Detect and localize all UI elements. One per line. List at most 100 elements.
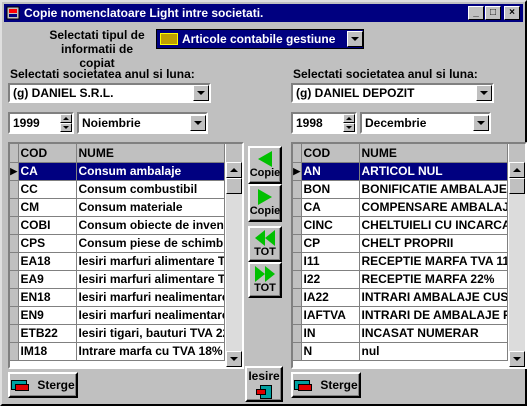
table-row[interactable]: CP CHELT PROPRII xyxy=(293,234,508,253)
source-grid[interactable]: COD NUME ▶ CA Consum ambalaje CC Consum comb… xyxy=(8,142,244,369)
cell-nume[interactable]: INCASAT NUMERAR xyxy=(359,324,508,343)
cell-cod[interactable]: IN xyxy=(301,324,360,343)
spin-down-icon[interactable] xyxy=(60,123,72,132)
chevron-down-icon[interactable] xyxy=(473,115,489,131)
target-delete-button[interactable]: Sterge xyxy=(291,372,361,398)
cell-nume[interactable]: Iesiri marfuri nealimentare xyxy=(76,288,225,307)
cell-cod[interactable]: EN18 xyxy=(18,288,77,307)
close-button[interactable]: × xyxy=(504,6,520,20)
cell-nume[interactable]: CHELT PROPRII xyxy=(359,234,508,253)
cell-cod[interactable]: ETB22 xyxy=(18,324,77,343)
source-scrollbar[interactable] xyxy=(226,144,242,367)
cell-cod[interactable]: CINC xyxy=(301,216,360,235)
table-row[interactable]: I22 RECEPTIE MARFA 22% xyxy=(293,270,508,289)
table-row[interactable]: ▶ AN ARTICOL NUL xyxy=(293,162,508,181)
target-company-select[interactable]: (g) DANIEL DEPOZIT xyxy=(291,83,494,103)
cell-cod[interactable]: IM18 xyxy=(18,342,77,361)
cell-nume[interactable]: CHELTUIELI CU INCARCAREA xyxy=(359,216,508,235)
doc-type-select[interactable]: Articole contabile gestiune xyxy=(156,29,364,49)
scroll-thumb[interactable] xyxy=(226,178,242,194)
table-row[interactable]: IA22INTRARI AMBALAJE CUSTODIE xyxy=(293,288,508,307)
target-month-select[interactable]: Decembrie xyxy=(360,112,491,134)
spin-up-icon[interactable] xyxy=(60,114,72,123)
cell-nume[interactable]: INTRARI AMBALAJE CUSTODIE xyxy=(359,288,508,307)
cell-cod[interactable]: CP xyxy=(301,234,360,253)
cell-cod[interactable]: CM xyxy=(18,198,77,217)
cell-nume[interactable]: RECEPTIE MARFA 22% xyxy=(359,270,508,289)
target-grid[interactable]: COD NUME ▶ AN ARTICOL NUL BON BONIFICATIE AM… xyxy=(291,142,527,369)
table-row[interactable]: CINCCHELTUIELI CU INCARCAREA xyxy=(293,216,508,235)
cell-nume[interactable]: RECEPTIE MARFA TVA 11% xyxy=(359,252,508,271)
table-row[interactable]: CA COMPENSARE AMBALAJE xyxy=(293,198,508,217)
cell-cod[interactable]: CC xyxy=(18,180,77,199)
chevron-down-icon[interactable] xyxy=(193,85,209,101)
column-header-cod[interactable]: COD xyxy=(301,144,360,163)
cell-nume[interactable]: Iesiri marfuri alimentare TVA xyxy=(76,252,225,271)
cell-nume[interactable]: ARTICOL NUL xyxy=(359,162,508,181)
cell-nume[interactable]: Intrare marfa cu TVA 18% xyxy=(76,342,225,361)
cell-nume[interactable]: BONIFICATIE AMBALAJE xyxy=(359,180,508,199)
source-month-select[interactable]: Noiembrie xyxy=(77,112,208,134)
spin-up-icon[interactable] xyxy=(343,114,355,123)
source-delete-button[interactable]: Sterge xyxy=(8,372,78,398)
table-row[interactable]: COBI Consum obiecte de inventar xyxy=(10,216,225,235)
exit-button[interactable]: Iesire xyxy=(245,366,283,402)
cell-cod[interactable]: CPS xyxy=(18,234,77,253)
table-row[interactable]: EA18Iesiri marfuri alimentare TVA xyxy=(10,252,225,271)
cell-cod[interactable]: I11 xyxy=(301,252,360,271)
scroll-down-icon[interactable] xyxy=(226,351,242,367)
cell-cod[interactable]: CA xyxy=(301,198,360,217)
cell-cod[interactable]: BON xyxy=(301,180,360,199)
copy-left-button[interactable]: Copie xyxy=(248,146,282,184)
cell-cod[interactable]: N xyxy=(301,342,360,361)
maximize-button[interactable]: □ xyxy=(485,6,501,20)
chevron-down-icon[interactable] xyxy=(190,115,206,131)
copy-right-button[interactable]: Copie xyxy=(248,184,282,222)
cell-cod[interactable]: I22 xyxy=(301,270,360,289)
cell-cod[interactable]: EN9 xyxy=(18,306,77,325)
cell-cod[interactable]: IAFTVA xyxy=(301,306,360,325)
column-header-nume[interactable]: NUME xyxy=(359,144,508,163)
cell-nume[interactable]: nul xyxy=(359,342,508,361)
table-row[interactable]: IM18 Intrare marfa cu TVA 18% xyxy=(10,342,225,361)
cell-nume[interactable]: Iesiri marfuri nealimentare xyxy=(76,306,225,325)
table-row[interactable]: CM Consum materiale xyxy=(10,198,225,217)
cell-nume[interactable]: INTRARI DE AMBALAJE FARA xyxy=(359,306,508,325)
cell-cod[interactable]: EA9 xyxy=(18,270,77,289)
table-row[interactable]: CC Consum combustibil xyxy=(10,180,225,199)
cell-nume[interactable]: Consum obiecte de inventar xyxy=(76,216,225,235)
cell-nume[interactable]: Consum materiale xyxy=(76,198,225,217)
table-row[interactable]: CPS Consum piese de schimb xyxy=(10,234,225,253)
cell-nume[interactable]: Iesiri marfuri alimentare TVA xyxy=(76,270,225,289)
copy-all-right-button[interactable]: TOT xyxy=(248,262,282,298)
copy-all-left-button[interactable]: TOT xyxy=(248,226,282,262)
spin-down-icon[interactable] xyxy=(343,123,355,132)
source-company-select[interactable]: (g) DANIEL S.R.L. xyxy=(8,83,211,103)
table-row[interactable]: Nnul xyxy=(293,342,508,361)
title-bar[interactable]: Copie nomenclatoare Light intre societat… xyxy=(4,4,523,22)
table-row[interactable]: BON BONIFICATIE AMBALAJE xyxy=(293,180,508,199)
column-header-nume[interactable]: NUME xyxy=(76,144,225,163)
cell-nume[interactable]: Iesiri tigari, bauturi TVA 22% xyxy=(76,324,225,343)
table-row[interactable]: EN9 Iesiri marfuri nealimentare xyxy=(10,306,225,325)
column-header-cod[interactable]: COD xyxy=(18,144,77,163)
cell-nume[interactable]: Consum combustibil xyxy=(76,180,225,199)
scroll-down-icon[interactable] xyxy=(509,351,525,367)
minimize-button[interactable]: _ xyxy=(468,6,484,20)
chevron-down-icon[interactable] xyxy=(347,31,363,47)
target-scrollbar[interactable] xyxy=(509,144,525,367)
cell-nume[interactable]: Consum piese de schimb xyxy=(76,234,225,253)
source-year-spinner[interactable]: 1999 xyxy=(8,112,74,134)
cell-cod[interactable]: CA xyxy=(18,162,77,181)
table-row[interactable]: ▶ CA Consum ambalaje xyxy=(10,162,225,181)
scroll-thumb[interactable] xyxy=(509,178,525,194)
cell-nume[interactable]: COMPENSARE AMBALAJE xyxy=(359,198,508,217)
table-row[interactable]: EA9Iesiri marfuri alimentare TVA xyxy=(10,270,225,289)
cell-cod[interactable]: EA18 xyxy=(18,252,77,271)
table-row[interactable]: ETB22 Iesiri tigari, bauturi TVA 22% xyxy=(10,324,225,343)
scroll-up-icon[interactable] xyxy=(509,162,525,178)
table-row[interactable]: IN INCASAT NUMERAR xyxy=(293,324,508,343)
cell-nume[interactable]: Consum ambalaje xyxy=(76,162,225,181)
cell-cod[interactable]: AN xyxy=(301,162,360,181)
target-year-spinner[interactable]: 1998 xyxy=(291,112,357,134)
